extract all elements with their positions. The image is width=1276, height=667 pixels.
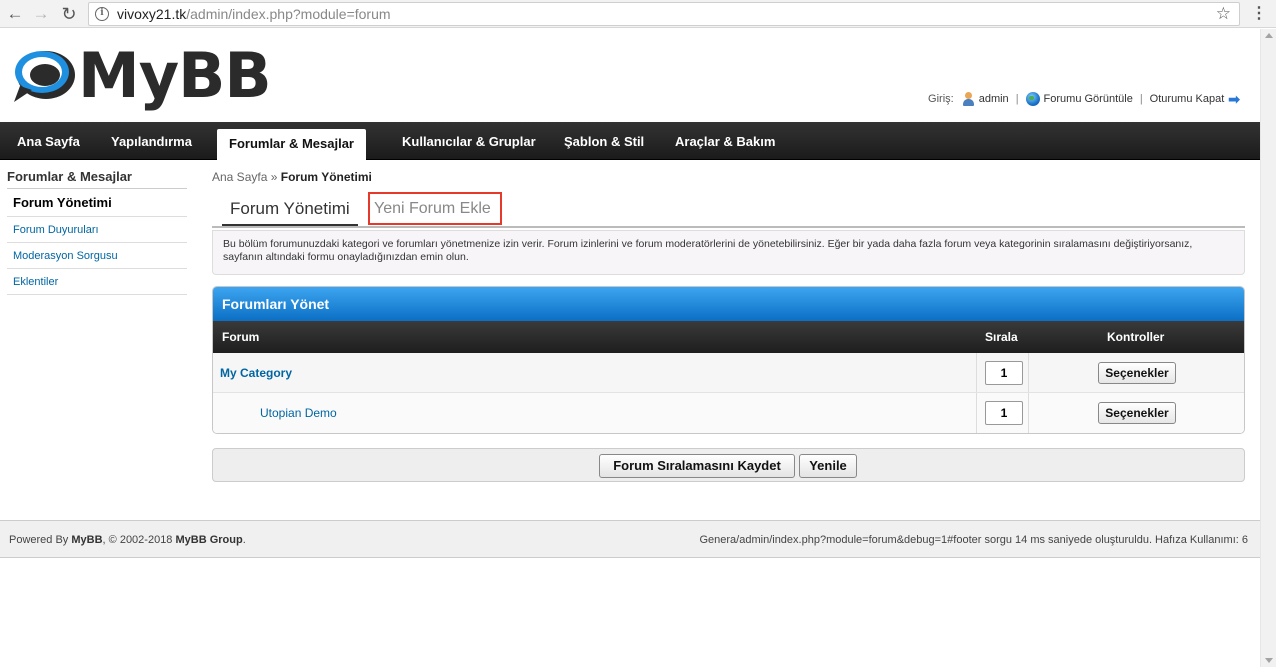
options-button[interactable]: Seçenekler <box>1098 402 1176 424</box>
column-controls: Kontroller <box>1107 330 1165 344</box>
tab-add-new-forum[interactable]: Yeni Forum Ekle <box>368 192 502 225</box>
user-links: Giriş: admin | Forumu Görüntüle | Oturum… <box>928 92 1240 106</box>
mybb-logo[interactable]: MyBB <box>12 39 272 116</box>
table-row: My Category 1 Seçenekler <box>213 353 1244 393</box>
breadcrumb-separator: » <box>270 170 278 184</box>
sidebar-item-forum-management[interactable]: Forum Yönetimi <box>7 189 187 217</box>
nav-tab-forums-posts[interactable]: Forumlar & Mesajlar <box>217 129 366 160</box>
forward-arrow-icon[interactable]: → <box>30 3 52 25</box>
column-order: Sırala <box>985 330 1018 344</box>
form-actions: Forum Sıralamasını Kaydet Yenile <box>212 448 1245 482</box>
main-nav: Ana Sayfa Yapılandırma Forumlar & Mesajl… <box>0 122 1260 160</box>
column-forum: Forum <box>222 330 260 344</box>
globe-icon <box>1025 92 1040 106</box>
mybb-group-link[interactable]: MyBB Group <box>176 534 243 546</box>
save-order-button[interactable]: Forum Sıralamasını Kaydet <box>599 454 795 478</box>
login-label: Giriş: <box>928 93 954 105</box>
breadcrumb-home[interactable]: Ana Sayfa <box>212 170 267 184</box>
nav-tab-tools-maintenance[interactable]: Araçlar & Bakım <box>675 122 775 160</box>
sidebar-item-moderation-queue[interactable]: Moderasyon Sorgusu <box>7 243 187 269</box>
nav-tab-configuration[interactable]: Yapılandırma <box>111 122 192 160</box>
address-bar[interactable]: i vivoxy21.tk/admin/index.php?module=for… <box>88 2 1240 26</box>
table-row: Utopian Demo 1 Seçenekler <box>213 393 1244 433</box>
username-link[interactable]: admin <box>979 93 1009 105</box>
logout-link[interactable]: Oturumu Kapat <box>1150 93 1225 105</box>
options-button[interactable]: Seçenekler <box>1098 362 1176 384</box>
copyright-text: , © 2002-2018 <box>102 534 173 546</box>
mybb-link[interactable]: MyBB <box>71 534 102 546</box>
breadcrumb: Ana Sayfa » Forum Yönetimi <box>212 170 372 184</box>
section-description: Bu bölüm forumunuzdaki kategori ve forum… <box>212 230 1245 275</box>
table-header: Forum Sırala Kontroller <box>213 321 1244 353</box>
browser-toolbar: ← → ↻ i vivoxy21.tk/admin/index.php?modu… <box>0 0 1276 28</box>
url-host: vivoxy21.tk <box>117 6 187 22</box>
separator: | <box>1139 93 1143 105</box>
sidebar-item-attachments[interactable]: Eklentiler <box>7 269 187 295</box>
nav-tab-home[interactable]: Ana Sayfa <box>17 122 80 160</box>
reload-icon[interactable]: ↻ <box>58 3 80 25</box>
speech-bubble-logo-icon <box>14 51 75 102</box>
footer-period: . <box>242 534 246 546</box>
browser-menu-icon[interactable]: ⋮ <box>1251 4 1267 24</box>
nav-tab-templates-style[interactable]: Şablon & Stil <box>564 122 644 160</box>
back-arrow-icon[interactable]: ← <box>4 3 26 25</box>
sidebar: Forumlar & Mesajlar Forum Yönetimi Forum… <box>7 167 187 295</box>
bookmark-star-icon[interactable]: ☆ <box>1216 4 1231 24</box>
breadcrumb-current: Forum Yönetimi <box>280 170 372 184</box>
sidebar-title: Forumlar & Mesajlar <box>7 167 187 189</box>
category-link[interactable]: My Category <box>220 353 292 393</box>
order-input[interactable]: 1 <box>985 401 1023 425</box>
logo-text: MyBB <box>78 39 272 112</box>
order-input[interactable]: 1 <box>985 361 1023 385</box>
order-cell: 1 <box>976 393 1029 433</box>
url-text: vivoxy21.tk/admin/index.php?module=forum <box>117 6 391 22</box>
powered-by-text: Powered By <box>9 534 69 546</box>
scroll-up-icon[interactable] <box>1265 33 1273 38</box>
url-path: /admin/index.php?module=forum <box>186 6 391 22</box>
info-icon[interactable]: i <box>95 7 109 21</box>
manage-forums-panel: Forumları Yönet Forum Sırala Kontroller … <box>212 286 1245 434</box>
scroll-down-icon[interactable] <box>1265 658 1273 663</box>
forum-link[interactable]: Utopian Demo <box>260 393 337 433</box>
footer-copyright: Powered By MyBB, © 2002-2018 MyBB Group. <box>9 521 246 559</box>
footer: Powered By MyBB, © 2002-2018 MyBB Group.… <box>0 520 1260 558</box>
logout-arrow-icon[interactable]: ➡ <box>1228 92 1240 106</box>
order-cell: 1 <box>976 353 1029 392</box>
page-scrollbar[interactable] <box>1260 29 1276 667</box>
sidebar-item-announcements[interactable]: Forum Duyuruları <box>7 217 187 243</box>
reset-button[interactable]: Yenile <box>799 454 857 478</box>
tab-divider <box>212 226 1245 228</box>
separator: | <box>1015 93 1019 105</box>
tab-forum-management[interactable]: Forum Yönetimi <box>222 197 358 227</box>
panel-title: Forumları Yönet <box>213 287 1244 321</box>
user-icon <box>962 92 975 106</box>
footer-generation-info: Genera/admin/index.php?module=forum&debu… <box>699 534 1248 546</box>
nav-tab-users-groups[interactable]: Kullanıcılar & Gruplar <box>402 122 536 160</box>
view-forum-link[interactable]: Forumu Görüntüle <box>1044 93 1133 105</box>
